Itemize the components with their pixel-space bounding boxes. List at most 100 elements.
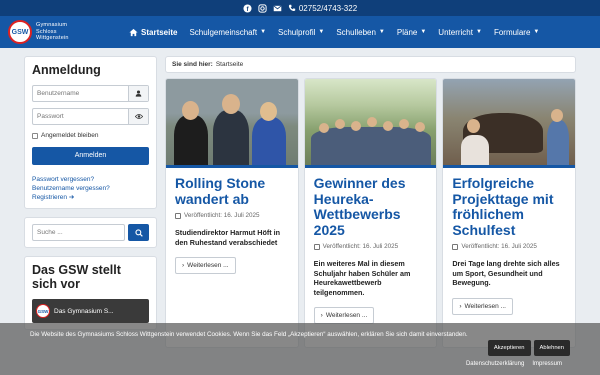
article-summary: Drei Tage lang drehte sich alles um Spor… bbox=[452, 259, 560, 287]
article-title[interactable]: Gewinner des Heureka-Wettbewerbs 2025 bbox=[314, 175, 428, 238]
nav-label: Formulare bbox=[493, 27, 531, 37]
chevron-down-icon: ▼ bbox=[475, 29, 482, 35]
article-date: Veröffentlicht: 16. Juli 2025 bbox=[184, 212, 260, 219]
login-button[interactable]: Anmelden bbox=[32, 147, 149, 165]
breadcrumb-label: Sie sind hier: bbox=[172, 61, 213, 68]
nav-item-plaene[interactable]: Pläne ▼ bbox=[391, 16, 432, 48]
main-nav: Startseite Schulgemeinschaft ▼ Schulprof… bbox=[123, 16, 545, 48]
forgot-password-link[interactable]: Passwort vergessen? bbox=[32, 175, 149, 184]
username-field-wrap bbox=[32, 85, 149, 102]
article-image[interactable] bbox=[304, 79, 437, 168]
article-card: Erfolgreiche Projekttage mit fröhlichem … bbox=[442, 78, 577, 348]
read-more-button[interactable]: › Weiterlesen ... bbox=[313, 307, 375, 324]
nav-label: Schulgemeinschaft bbox=[189, 27, 258, 37]
decline-cookies-button[interactable]: Ablehnen bbox=[533, 340, 570, 356]
password-input[interactable] bbox=[33, 109, 128, 124]
facebook-icon[interactable]: f bbox=[243, 3, 252, 13]
chevron-right-icon: › bbox=[182, 262, 185, 269]
phone-icon bbox=[288, 4, 297, 13]
logo-badge: GSW bbox=[8, 20, 32, 44]
cookie-buttons: Akzeptieren Ablehnen bbox=[487, 340, 570, 356]
nav-item-startseite[interactable]: Startseite bbox=[123, 16, 183, 48]
article-title[interactable]: Rolling Stone wandert ab bbox=[175, 175, 289, 207]
username-input[interactable] bbox=[33, 86, 128, 101]
nav-label: Schulprofil bbox=[278, 27, 316, 37]
privacy-link[interactable]: Datenschutzerklärung bbox=[466, 361, 524, 367]
accept-cookies-button[interactable]: Akzeptieren bbox=[487, 340, 531, 356]
nav-item-schulprofil[interactable]: Schulprofil ▼ bbox=[272, 16, 330, 48]
login-panel: Anmeldung Angemeldet bleiben Anmelden Pa… bbox=[24, 56, 157, 209]
nav-label: Schulleben bbox=[336, 27, 376, 37]
main-header: GSW Gymnasium Schloss Wittgenstein Start… bbox=[0, 16, 600, 48]
article-meta: Veröffentlicht: 16. Juli 2025 bbox=[313, 243, 428, 250]
article-title[interactable]: Erfolgreiche Projekttage mit fröhlichem … bbox=[452, 175, 566, 238]
about-title: Das GSW stellt sich vor bbox=[32, 263, 121, 291]
breadcrumb: Sie sind hier: Startseite bbox=[165, 56, 576, 73]
article-image[interactable] bbox=[443, 79, 576, 168]
article-card: Gewinner des Heureka-Wettbewerbs 2025 Ve… bbox=[303, 78, 438, 348]
article-meta: Veröffentlicht: 16. Juli 2025 bbox=[452, 243, 566, 250]
calendar-icon bbox=[175, 212, 181, 219]
chevron-down-icon: ▼ bbox=[420, 29, 427, 35]
read-more-button[interactable]: › Weiterlesen ... bbox=[175, 257, 236, 274]
register-link[interactable]: Registrieren ➔ bbox=[32, 193, 149, 202]
main-area: Anmeldung Angemeldet bleiben Anmelden Pa… bbox=[0, 48, 600, 348]
search-icon bbox=[134, 228, 143, 237]
nav-item-formulare[interactable]: Formulare ▼ bbox=[488, 16, 545, 48]
search-input[interactable]: Suche ... bbox=[32, 224, 125, 241]
channel-logo: GSW bbox=[36, 304, 50, 318]
article-date: Veröffentlicht: 16. Juli 2025 bbox=[322, 243, 399, 250]
forgot-username-link[interactable]: Benutzername vergessen? bbox=[32, 184, 149, 193]
register-label: Registrieren bbox=[32, 194, 68, 201]
sidebar: Anmeldung Angemeldet bleiben Anmelden Pa… bbox=[24, 56, 157, 348]
arrow-circle-icon: ➔ bbox=[68, 194, 75, 201]
read-more-button[interactable]: › Weiterlesen ... bbox=[452, 297, 513, 315]
chevron-right-icon: › bbox=[320, 312, 323, 319]
article-summary: Ein weiteres Mal in diesem Schuljahr hab… bbox=[313, 259, 411, 297]
calendar-icon bbox=[452, 243, 459, 250]
school-logo[interactable]: GSW Gymnasium Schloss Wittgenstein bbox=[8, 20, 123, 44]
search-button[interactable] bbox=[128, 224, 149, 241]
video-title: Das Gymnasium S... bbox=[54, 307, 114, 315]
cookie-text: Die Website des Gymnasiums Schloss Wittg… bbox=[30, 331, 468, 338]
nav-label: Unterricht bbox=[438, 27, 473, 37]
remember-checkbox[interactable]: Angemeldet bleiben bbox=[32, 132, 149, 139]
article-card: Rolling Stone wandert ab Veröffentlicht:… bbox=[165, 78, 299, 348]
nav-item-schulleben[interactable]: Schulleben ▼ bbox=[330, 16, 391, 48]
nav-item-schulgemeinschaft[interactable]: Schulgemeinschaft ▼ bbox=[183, 16, 272, 48]
intro-video[interactable]: GSW Das Gymnasium S... bbox=[32, 299, 149, 323]
article-meta: Veröffentlicht: 16. Juli 2025 bbox=[175, 212, 289, 219]
calendar-icon bbox=[313, 243, 320, 250]
chevron-down-icon: ▼ bbox=[260, 29, 267, 35]
home-icon bbox=[129, 28, 138, 36]
article-image[interactable] bbox=[166, 79, 298, 168]
chevron-right-icon: › bbox=[459, 302, 462, 310]
imprint-link[interactable]: Impressum bbox=[532, 361, 562, 367]
cookie-links: Datenschutzerklärung Impressum bbox=[466, 361, 562, 367]
mail-icon[interactable] bbox=[273, 4, 282, 13]
chevron-down-icon: ▼ bbox=[318, 29, 325, 35]
logo-text: Gymnasium Schloss Wittgenstein bbox=[36, 22, 69, 42]
article-summary: Studiendirektor Harmut Höft in den Ruhes… bbox=[175, 228, 281, 247]
top-contact-bar: f 02752/4743-322 bbox=[0, 0, 600, 16]
read-more-label: Weiterlesen ... bbox=[325, 312, 368, 319]
read-more-label: Weiterlesen ... bbox=[464, 302, 506, 310]
phone-contact[interactable]: 02752/4743-322 bbox=[288, 4, 357, 13]
cookie-banner: Die Website des Gymnasiums Schloss Wittg… bbox=[0, 323, 600, 375]
nav-label: Pläne bbox=[396, 27, 418, 37]
about-panel: Das GSW stellt sich vor GSW Das Gymnasiu… bbox=[24, 256, 157, 330]
chevron-down-icon: ▼ bbox=[378, 29, 385, 35]
content-area: Sie sind hier: Startseite Rolling Stone … bbox=[165, 56, 577, 348]
nav-label: Startseite bbox=[141, 27, 178, 37]
read-more-label: Weiterlesen ... bbox=[187, 262, 229, 269]
checkbox-box[interactable] bbox=[32, 132, 38, 139]
breadcrumb-current[interactable]: Startseite bbox=[216, 61, 243, 68]
article-list: Rolling Stone wandert ab Veröffentlicht:… bbox=[165, 78, 577, 348]
phone-number: 02752/4743-322 bbox=[298, 3, 358, 13]
chevron-down-icon: ▼ bbox=[533, 29, 540, 35]
search-panel: Suche ... bbox=[24, 217, 157, 248]
nav-item-unterricht[interactable]: Unterricht ▼ bbox=[432, 16, 488, 48]
article-date: Veröffentlicht: 16. Juli 2025 bbox=[461, 243, 537, 250]
eye-icon[interactable] bbox=[128, 109, 148, 124]
instagram-icon[interactable] bbox=[258, 3, 267, 13]
